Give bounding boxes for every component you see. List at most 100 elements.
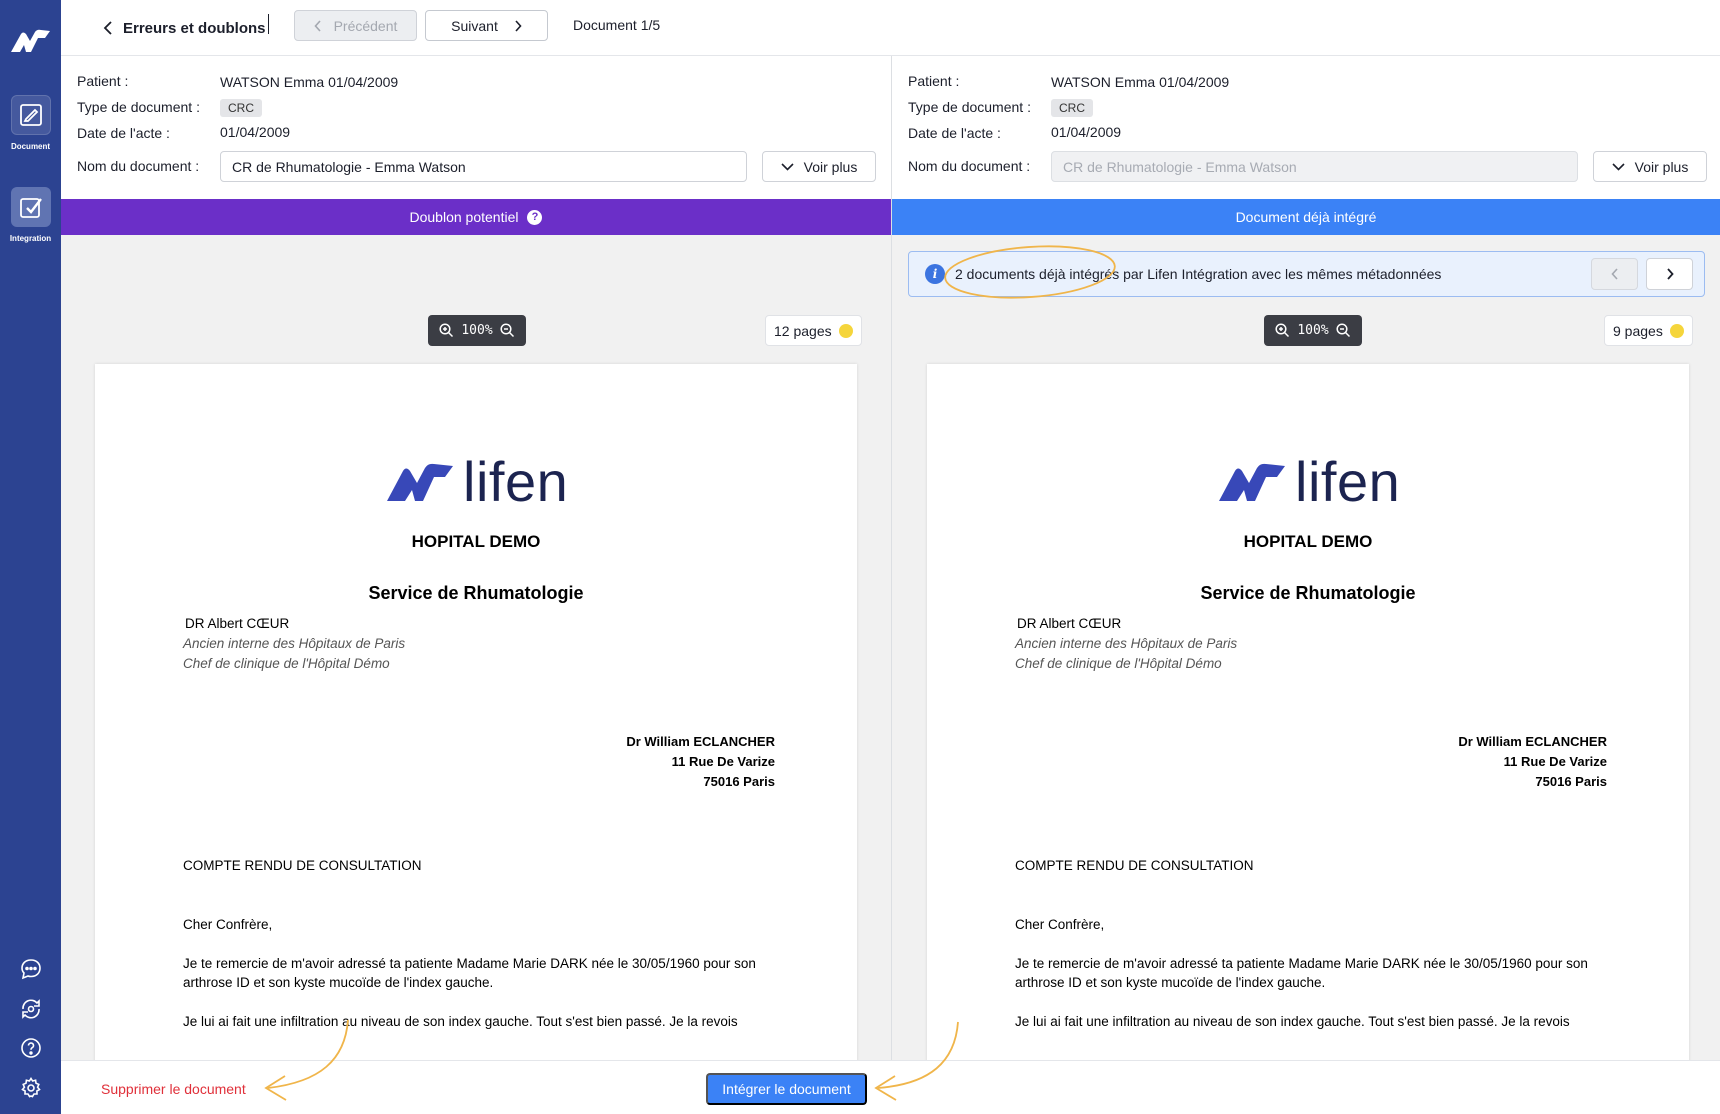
doc-type-label: Type de document : [77, 99, 200, 115]
document-metadata: Patient : WATSON Emma 01/04/2009 Type de… [61, 57, 891, 199]
sync-icon[interactable] [0, 997, 61, 1021]
doctor-title-line2: Chef de clinique de l'Hôpital Démo [183, 656, 390, 671]
doc-type-badge: CRC [1051, 99, 1093, 117]
left-panel: Patient : WATSON Emma 01/04/2009 Type de… [61, 57, 891, 1060]
document-preview: lifen HOPITAL DEMO Service de Rhumatolog… [927, 364, 1689, 1060]
voir-plus-button[interactable]: Voir plus [762, 151, 876, 182]
chevron-down-icon [1612, 162, 1625, 171]
chevron-right-icon [515, 19, 522, 32]
next-button-label: Suivant [451, 17, 498, 34]
doc-type-label: Type de document : [908, 99, 1031, 115]
hospital-name: HOPITAL DEMO [1243, 532, 1373, 551]
back-link-label: Erreurs et doublons [123, 19, 266, 37]
info-previous-button[interactable] [1591, 258, 1638, 290]
zoom-control: 100% [428, 315, 526, 346]
document-counter: Document 1/5 [573, 17, 661, 33]
previous-button[interactable]: Précédent [294, 10, 417, 41]
zoom-control: 100% [1264, 315, 1362, 346]
lifen-logo-icon [387, 463, 453, 501]
info-notice: i 2 documents déjà intégrés par Lifen In… [908, 251, 1705, 297]
doctor-name: DR Albert CŒUR [185, 616, 290, 631]
duplicate-banner-label: Doublon potentiel [409, 209, 519, 225]
sidebar-item-integration[interactable]: Integration [0, 187, 61, 243]
service-name: Service de Rhumatologie [1200, 583, 1416, 603]
doc-type-badge: CRC [220, 99, 262, 117]
document-name-input [1051, 151, 1578, 182]
recipient-city: 75016 Paris [703, 774, 775, 789]
voir-plus-label: Voir plus [803, 158, 858, 175]
doc-name-label: Nom du document : [77, 158, 200, 174]
patient-name: WATSON Emma [220, 74, 325, 90]
document-logo: lifen [385, 454, 568, 510]
page-count: 12 pages [774, 322, 832, 339]
document-logo: lifen [1217, 454, 1400, 510]
edit-document-icon [10, 95, 51, 135]
greeting: Cher Confrère, [1015, 917, 1105, 932]
doc-name-label: Nom du document : [908, 158, 1031, 174]
chevron-left-icon [103, 21, 112, 35]
info-notice-text: 2 documents déjà intégrés par Lifen Inté… [955, 266, 1442, 282]
lifen-logo-icon [1219, 463, 1285, 501]
document-title: COMPTE RENDU DE CONSULTATION [1015, 858, 1254, 873]
document-title: COMPTE RENDU DE CONSULTATION [183, 858, 422, 873]
zoom-in-icon[interactable] [1275, 323, 1290, 338]
recipient-name: Dr William ECLANCHER [1458, 734, 1607, 749]
zoom-out-icon[interactable] [1336, 323, 1351, 338]
sidebar: Document Integration [0, 0, 61, 1114]
chat-icon[interactable] [0, 957, 61, 981]
hospital-name: HOPITAL DEMO [411, 532, 541, 551]
help-icon[interactable] [0, 1036, 61, 1060]
paragraph-2: Je lui ai fait une infiltration au nivea… [183, 1014, 738, 1029]
integration-icon [10, 187, 51, 227]
doctor-title-line1: Ancien interne des Hôpitaux de Paris [1015, 636, 1238, 651]
zoom-out-icon[interactable] [500, 323, 515, 338]
zoom-level: 100% [1297, 323, 1329, 338]
app-root: Document Integration Erreurs et doublons… [0, 0, 1720, 1114]
zoom-in-icon[interactable] [439, 323, 454, 338]
document-name-input[interactable] [220, 151, 747, 182]
page-count-badge: 9 pages [1604, 315, 1693, 346]
patient-label: Patient : [77, 73, 129, 89]
doctor-name: DR Albert CŒUR [1017, 616, 1122, 631]
patient-dob: 01/04/2009 [1159, 74, 1230, 90]
act-date-value: 01/04/2009 [220, 124, 291, 140]
right-panel: Patient : WATSON Emma 01/04/2009 Type de… [892, 57, 1720, 1060]
patient-value: WATSON Emma 01/04/2009 [220, 74, 398, 90]
patient-name: WATSON Emma [1051, 74, 1156, 90]
document-preview: lifen HOPITAL DEMO Service de Rhumatolog… [95, 364, 857, 1060]
patient-label: Patient : [908, 73, 960, 89]
greeting: Cher Confrère, [183, 917, 273, 932]
settings-icon[interactable] [0, 1076, 61, 1100]
info-next-button[interactable] [1646, 258, 1693, 290]
delete-document-button[interactable]: Supprimer le document [101, 1081, 246, 1097]
doctor-title-line2: Chef de clinique de l'Hôpital Démo [1015, 656, 1222, 671]
paragraph-1: Je te remercie de m'avoir adressé ta pat… [1015, 956, 1588, 990]
logo-wordmark: lifen [463, 450, 569, 513]
previous-button-label: Précédent [333, 17, 398, 34]
paragraph-1: Je te remercie de m'avoir adressé ta pat… [183, 956, 756, 990]
back-link[interactable]: Erreurs et doublons [103, 17, 266, 39]
act-date-label: Date de l'acte : [77, 125, 170, 141]
act-date-label: Date de l'acte : [908, 125, 1001, 141]
chevron-down-icon [781, 162, 794, 171]
action-bar: Supprimer le document Intégrer le docume… [61, 1060, 1720, 1114]
recipient-street: 11 Rue De Varize [1503, 754, 1607, 769]
lifen-logo-icon [8, 28, 52, 59]
logo-wordmark: lifen [1295, 450, 1401, 513]
duplicate-banner: Doublon potentiel ? [61, 199, 891, 235]
top-bar: Erreurs et doublons Précédent Suivant Do… [61, 0, 1720, 56]
doctor-title-line1: Ancien interne des Hôpitaux de Paris [183, 636, 406, 651]
recipient-street: 11 Rue De Varize [671, 754, 775, 769]
integrated-banner-label: Document déjà intégré [1235, 209, 1377, 225]
sidebar-item-document[interactable]: Document [0, 95, 61, 151]
voir-plus-button[interactable]: Voir plus [1593, 151, 1707, 182]
next-button[interactable]: Suivant [425, 10, 548, 41]
integrate-document-button[interactable]: Intégrer le document [706, 1073, 867, 1105]
separator [268, 14, 269, 34]
info-icon: i [925, 264, 945, 284]
zoom-level: 100% [461, 323, 493, 338]
document-metadata: Patient : WATSON Emma 01/04/2009 Type de… [892, 57, 1720, 199]
help-icon[interactable]: ? [527, 209, 543, 225]
paragraph-2: Je lui ai fait une infiltration au nivea… [1015, 1014, 1570, 1029]
service-name: Service de Rhumatologie [368, 583, 584, 603]
